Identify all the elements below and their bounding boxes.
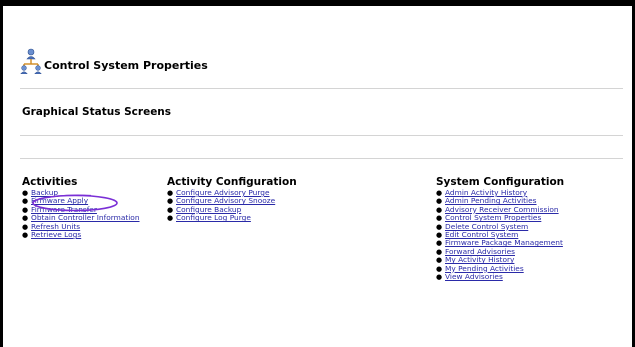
bullet-icon: ● [22,197,29,206]
bullet-icon: ● [167,197,174,206]
activities-list: ● Backup ● Firmware Apply ● Firmware Transf… [22,188,140,240]
activities-column: Activities ● Backup ● Firmware Apply ● Firm… [22,176,140,239]
divider [20,88,623,89]
activity-configuration-heading: Activity Configuration [167,176,297,188]
list-item: ● View Advisories [436,272,564,282]
bullet-icon: ● [436,214,443,223]
link-view-advisories[interactable]: View Advisories [445,272,503,281]
link-retrieve-logs[interactable]: Retrieve Logs [31,230,81,239]
bullet-icon: ● [22,189,29,197]
activities-heading: Activities [22,176,78,188]
bullet-icon: ● [22,231,29,240]
system-configuration-heading: System Configuration [436,176,565,188]
bullet-icon: ● [436,273,443,282]
list-item: ● Retrieve Logs [22,230,140,240]
divider [20,135,623,136]
bullet-icon: ● [167,205,174,214]
activity-configuration-list: ● Configure Advisory Purge ● Configure Adv… [167,188,297,223]
bullet-icon: ● [436,189,443,197]
bullet-icon: ● [167,214,174,223]
link-configure-log-purge[interactable]: Configure Log Purge [176,213,251,222]
bullet-icon: ● [436,256,443,265]
page-header: Control System Properties [20,42,208,74]
page-title: Control System Properties [44,59,208,72]
system-configuration-list: ● Admin Activity History ● Admin Pending A… [436,188,564,282]
bullet-icon: ● [436,247,443,256]
bullet-icon: ● [167,189,174,197]
section-title-graphical-status: Graphical Status Screens [22,106,172,118]
bullet-icon: ● [436,222,443,231]
list-item: ● Configure Log Purge [167,213,297,223]
bullet-icon: ● [22,214,29,223]
bullet-icon: ● [22,205,29,214]
bullet-icon: ● [436,205,443,214]
network-users-icon [20,48,42,74]
divider [20,158,623,159]
bullet-icon: ● [436,197,443,206]
bullet-icon: ● [436,239,443,248]
bullet-icon: ● [436,264,443,273]
system-configuration-column: System Configuration ● Admin Activity His… [436,176,564,281]
bullet-icon: ● [22,222,29,231]
activity-configuration-column: Activity Configuration ● Configure Adviso… [167,176,297,223]
bullet-icon: ● [436,231,443,240]
